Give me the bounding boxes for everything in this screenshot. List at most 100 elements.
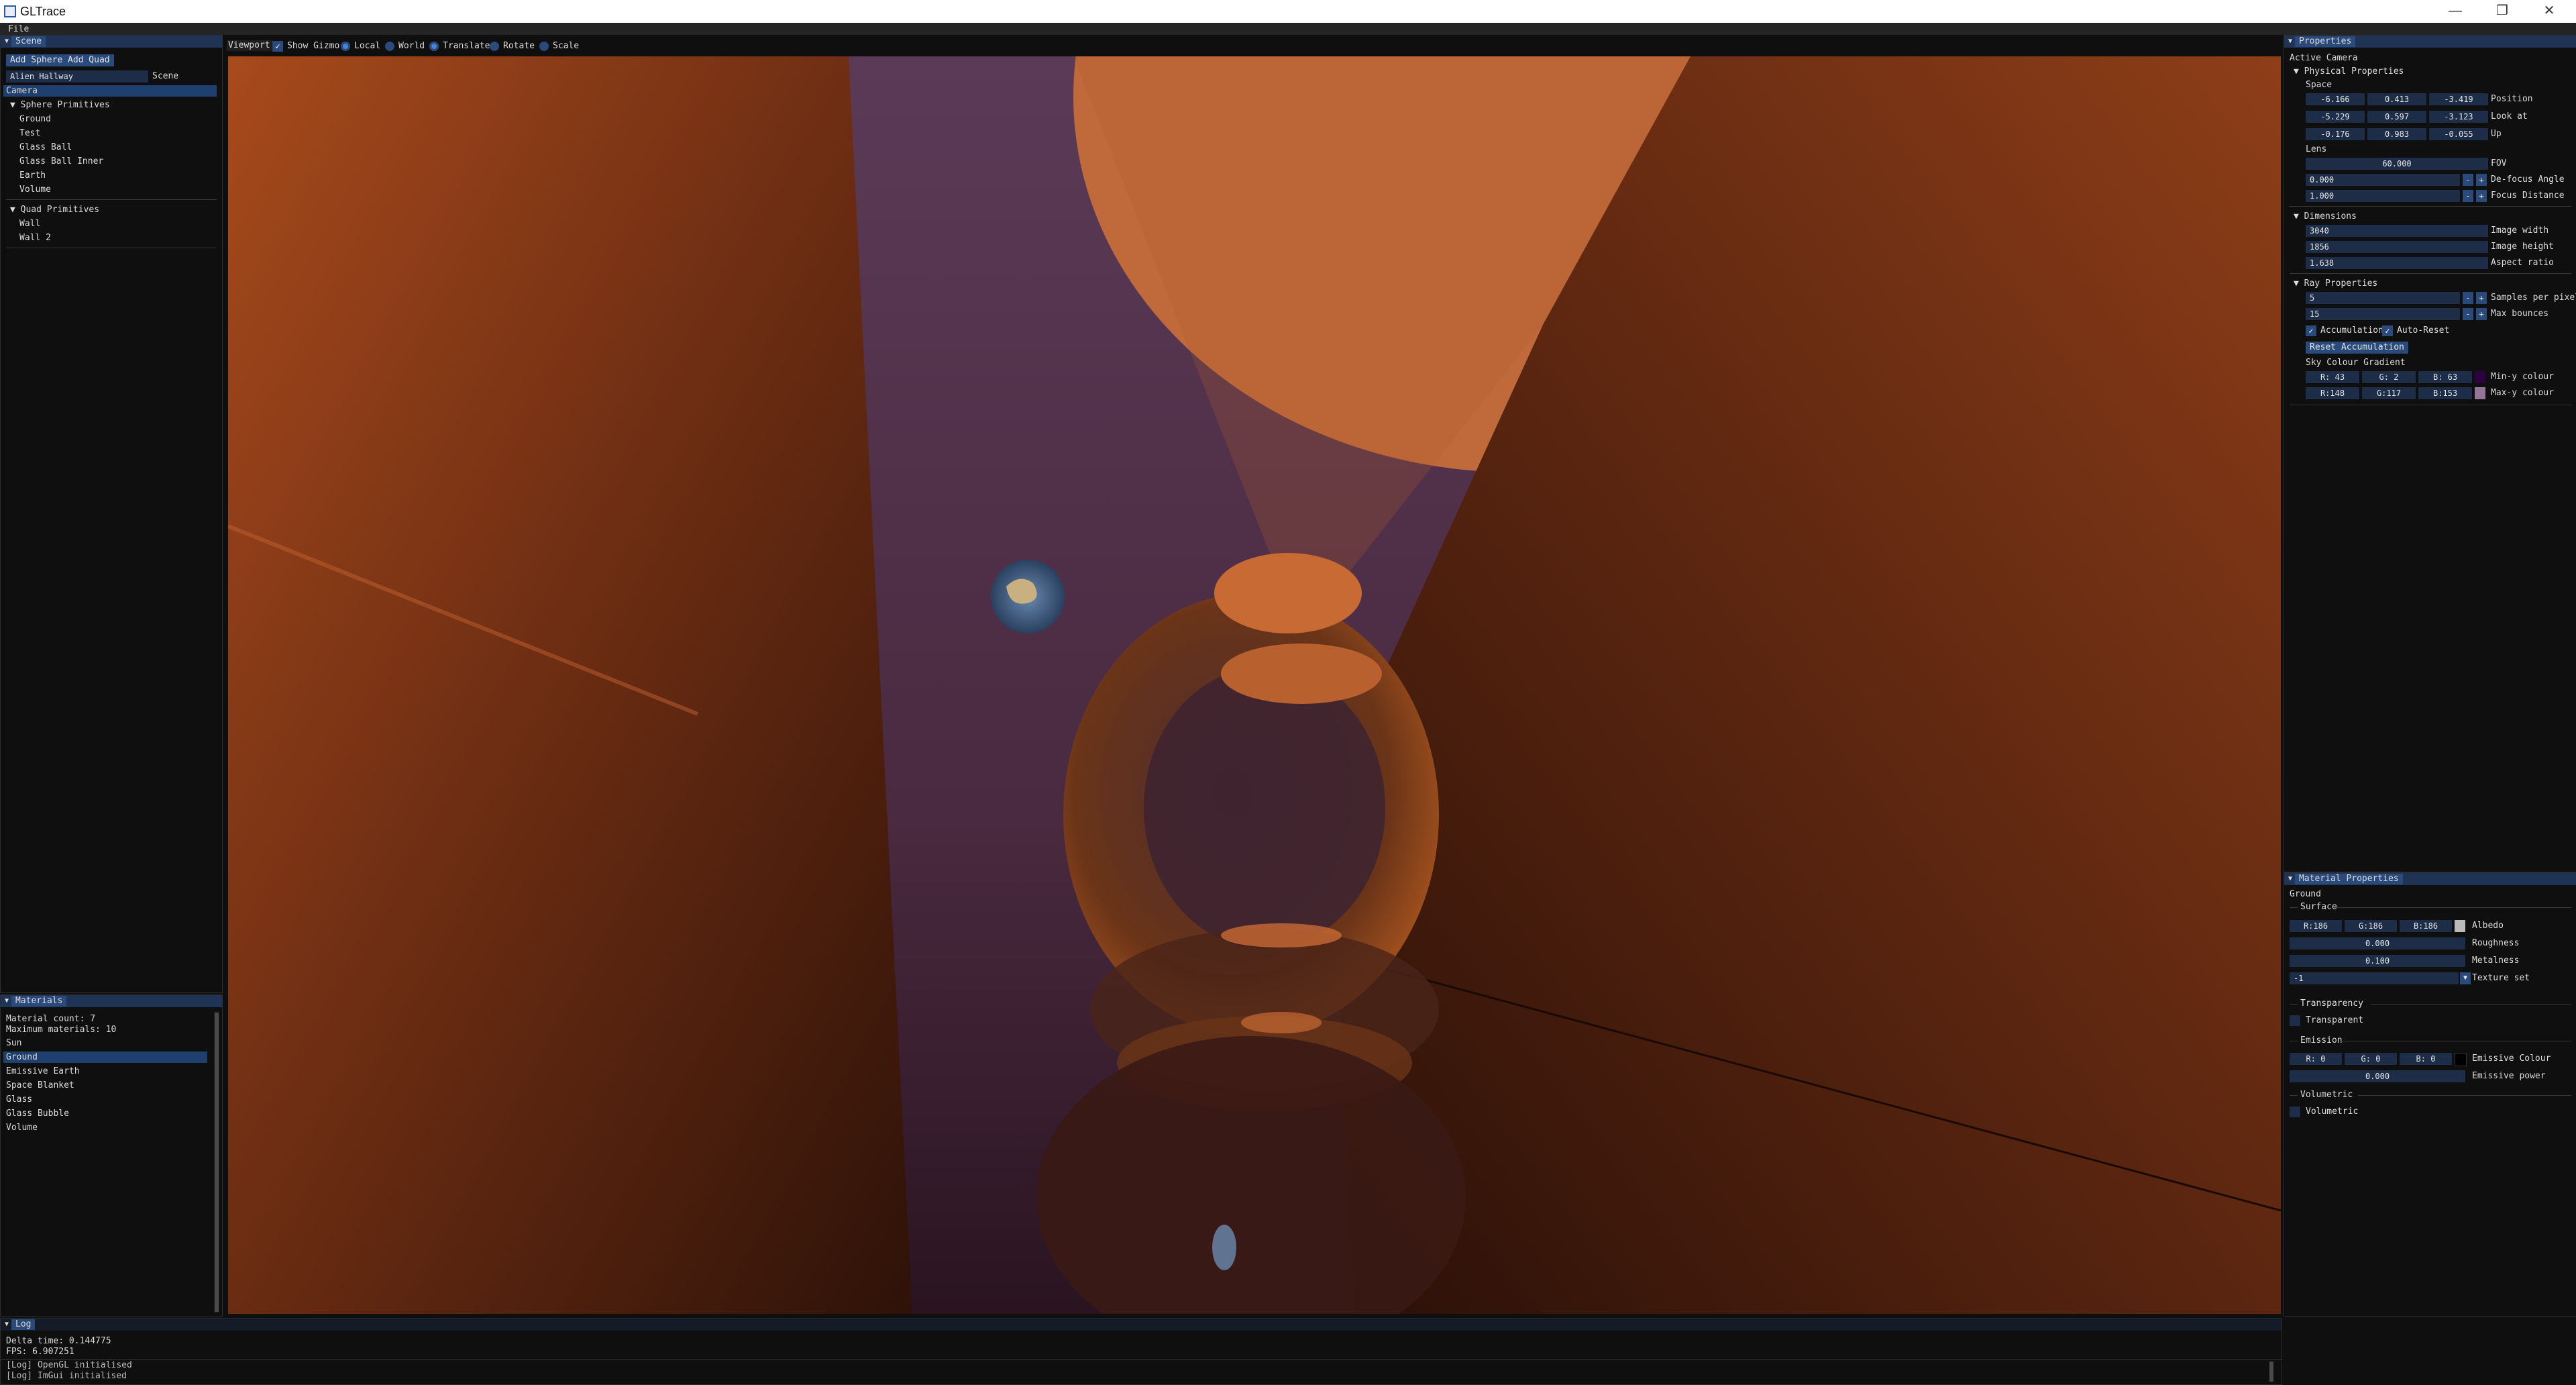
min-y-g[interactable]: G: 2	[2362, 371, 2416, 383]
tree-item-sphere[interactable]: Test	[19, 128, 40, 139]
collapse-arrow-icon[interactable]: ▼	[5, 995, 9, 1007]
tree-item-sphere[interactable]: Earth	[19, 170, 46, 181]
spp-input[interactable]: 5	[2306, 292, 2460, 304]
volumetric-checkbox[interactable]	[2290, 1107, 2300, 1117]
tree-item-quad[interactable]: Wall 2	[19, 233, 51, 244]
min-y-r[interactable]: R: 43	[2306, 371, 2359, 383]
restore-button[interactable]: ❐	[2482, 1, 2522, 20]
albedo-g[interactable]: G:186	[2345, 920, 2397, 932]
minimize-button[interactable]: —	[2435, 1, 2475, 20]
tree-item-sphere[interactable]: Glass Ball Inner	[19, 156, 103, 167]
look-at-x[interactable]: -5.229	[2306, 111, 2365, 123]
collapse-arrow-icon[interactable]: ▼	[5, 1319, 9, 1331]
emissive-r[interactable]: R: 0	[2290, 1053, 2342, 1065]
tree-item-sphere[interactable]: Ground	[19, 114, 51, 125]
material-item[interactable]: Ground	[6, 1052, 38, 1063]
add-sphere-button[interactable]: Add Sphere	[6, 54, 67, 66]
albedo-r[interactable]: R:186	[2290, 920, 2342, 932]
max-y-color-swatch[interactable]	[2475, 387, 2485, 399]
render-viewport[interactable]	[228, 56, 2281, 1314]
scale-radio[interactable]	[539, 42, 549, 51]
albedo-color-swatch[interactable]	[2455, 920, 2465, 932]
add-quad-button[interactable]: Add Quad	[64, 54, 114, 66]
emissive-b[interactable]: B: 0	[2400, 1053, 2452, 1065]
chevron-down-icon[interactable]: ▼	[2460, 972, 2471, 984]
dimensions-header[interactable]: ▼ Dimensions	[2294, 211, 2357, 222]
material-properties-tab[interactable]: Material Properties	[2295, 874, 2403, 884]
spp-minus-button[interactable]: -	[2463, 292, 2473, 304]
tree-item-camera[interactable]: Camera	[6, 86, 38, 97]
local-radio[interactable]	[341, 42, 350, 51]
auto-reset-checkbox[interactable]: ✓	[2382, 325, 2393, 336]
close-button[interactable]: ✕	[2529, 1, 2569, 20]
materials-scrollbar[interactable]	[214, 1011, 219, 1313]
material-item[interactable]: Volume	[6, 1123, 38, 1133]
texture-set-select[interactable]: -1	[2290, 972, 2459, 984]
collapse-arrow-icon[interactable]: ▼	[2288, 873, 2292, 885]
spp-plus-button[interactable]: +	[2476, 292, 2487, 304]
viewport-tab[interactable]: Viewport	[227, 40, 272, 51]
collapse-arrow-icon[interactable]: ▼	[5, 36, 9, 48]
up-z[interactable]: -0.055	[2429, 128, 2488, 140]
fov-slider[interactable]: 60.000	[2306, 158, 2488, 170]
world-radio[interactable]	[385, 42, 394, 51]
transparent-checkbox[interactable]	[2290, 1015, 2300, 1026]
log-scrollbar[interactable]	[2269, 1362, 2273, 1382]
materials-tab[interactable]: Materials	[11, 996, 67, 1007]
ray-properties-header[interactable]: ▼ Ray Properties	[2294, 278, 2377, 289]
position-x[interactable]: -6.166	[2306, 93, 2365, 105]
scrollbar-thumb[interactable]	[215, 1013, 219, 1312]
tree-item-sphere[interactable]: Glass Ball	[19, 142, 72, 153]
roughness-slider[interactable]: 0.000	[2290, 937, 2465, 950]
scene-tab[interactable]: Scene	[11, 36, 46, 47]
tree-item-quad[interactable]: Wall	[19, 219, 40, 229]
physical-properties-header[interactable]: ▼ Physical Properties	[2294, 66, 2404, 77]
albedo-b[interactable]: B:186	[2400, 920, 2452, 932]
material-item[interactable]: Glass Bubble	[6, 1109, 69, 1119]
collapse-arrow-icon[interactable]: ▼	[2288, 36, 2292, 48]
up-x[interactable]: -0.176	[2306, 128, 2365, 140]
position-y[interactable]: 0.413	[2367, 93, 2426, 105]
reset-accumulation-button[interactable]: Reset Accumulation	[2306, 342, 2408, 354]
metalness-slider[interactable]: 0.100	[2290, 955, 2465, 967]
defocus-input[interactable]: 0.000	[2306, 174, 2460, 186]
material-item[interactable]: Sun	[6, 1038, 21, 1049]
image-height-input[interactable]: 1856	[2306, 241, 2488, 253]
emissive-power-slider[interactable]: 0.000	[2290, 1070, 2465, 1082]
min-y-b[interactable]: B: 63	[2418, 371, 2472, 383]
rotate-radio[interactable]	[490, 42, 499, 51]
menu-file[interactable]: File	[8, 24, 29, 34]
max-y-r[interactable]: R:148	[2306, 387, 2359, 399]
defocus-plus-button[interactable]: +	[2476, 174, 2487, 186]
tree-group-spheres[interactable]: ▼ Sphere Primitives	[10, 100, 110, 111]
properties-tab[interactable]: Properties	[2295, 36, 2356, 47]
min-y-color-swatch[interactable]	[2475, 371, 2485, 383]
material-item[interactable]: Glass	[6, 1094, 32, 1105]
material-item[interactable]: Emissive Earth	[6, 1066, 80, 1077]
tree-group-quads[interactable]: ▼ Quad Primitives	[10, 205, 99, 215]
emissive-g[interactable]: G: 0	[2345, 1053, 2397, 1065]
max-bounces-input[interactable]: 15	[2306, 308, 2460, 320]
log-tab[interactable]: Log	[11, 1319, 36, 1330]
max-y-g[interactable]: G:117	[2362, 387, 2416, 399]
show-gizmo-checkbox[interactable]: ✓	[272, 41, 283, 52]
position-z[interactable]: -3.419	[2429, 93, 2488, 105]
bounces-minus-button[interactable]: -	[2463, 308, 2473, 320]
focus-distance-input[interactable]: 1.000	[2306, 190, 2460, 202]
max-y-b[interactable]: B:153	[2418, 387, 2472, 399]
scene-name-input[interactable]: Alien Hallway	[6, 70, 148, 83]
image-width-input[interactable]: 3040	[2306, 225, 2488, 237]
focus-minus-button[interactable]: -	[2463, 190, 2473, 202]
look-at-z[interactable]: -3.123	[2429, 111, 2488, 123]
tree-item-sphere[interactable]: Volume	[19, 185, 51, 195]
defocus-minus-button[interactable]: -	[2463, 174, 2473, 186]
accumulation-checkbox[interactable]: ✓	[2306, 325, 2316, 336]
bounces-plus-button[interactable]: +	[2476, 308, 2487, 320]
translate-radio[interactable]	[429, 42, 439, 51]
look-at-y[interactable]: 0.597	[2367, 111, 2426, 123]
emissive-color-swatch[interactable]	[2455, 1053, 2467, 1066]
aspect-ratio-input[interactable]: 1.638	[2306, 257, 2488, 269]
up-y[interactable]: 0.983	[2367, 128, 2426, 140]
focus-plus-button[interactable]: +	[2476, 190, 2487, 202]
material-item[interactable]: Space Blanket	[6, 1080, 74, 1091]
